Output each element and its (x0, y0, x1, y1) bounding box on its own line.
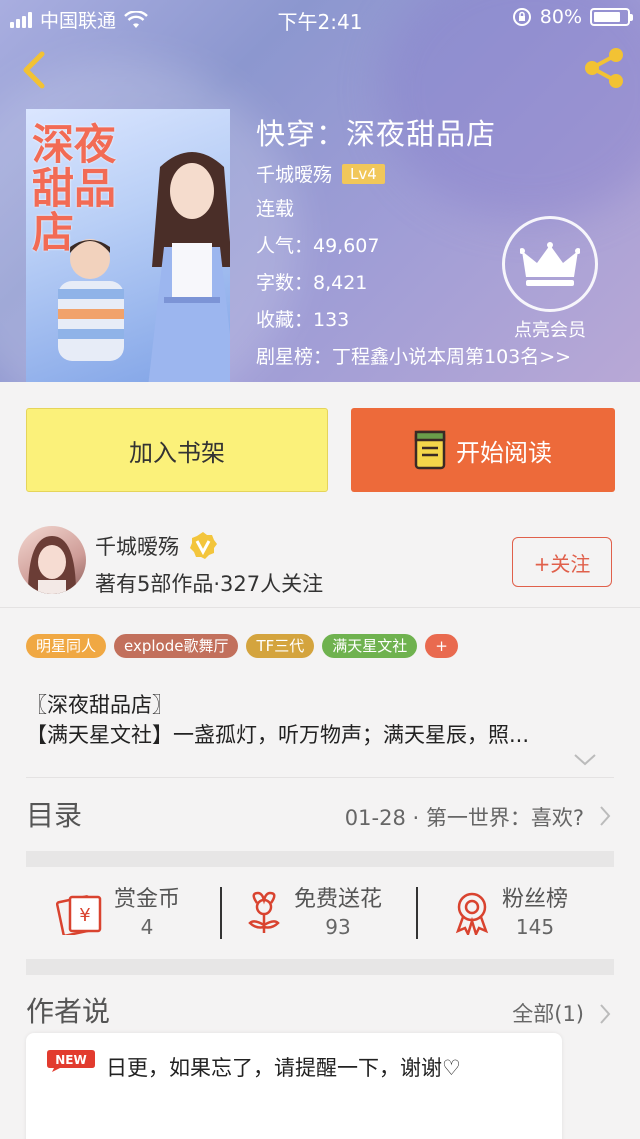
status-right: 80% (512, 6, 633, 28)
author-name[interactable]: 千城暧殇 (95, 531, 179, 561)
coins-value: 4 (140, 915, 154, 939)
tag-chip[interactable]: 明星同人 (26, 634, 107, 658)
tag-list: 明星同人 explode歌舞厅 TF三代 满天星文社 + (26, 634, 458, 658)
book-icon (414, 430, 446, 470)
author-say-card[interactable] (26, 1033, 562, 1139)
table-of-contents-row[interactable]: 目录 01-28 · 第一世界：喜欢? (26, 790, 614, 842)
flowers-value: 93 (325, 915, 351, 939)
tag-chip[interactable]: 满天星文社 (322, 634, 418, 658)
follow-button[interactable]: +关注 (512, 537, 612, 587)
chevron-right-icon (600, 806, 611, 826)
action-buttons: 加入书架 开始阅读 (0, 382, 640, 508)
divider (26, 777, 614, 778)
new-badge-text: NEW (55, 1053, 86, 1067)
reward-coins-button[interactable]: ¥ 赏金币 4 (56, 881, 180, 945)
verified-badge-icon (190, 532, 217, 559)
book-title: 快穿：深夜甜品店 (256, 117, 497, 151)
share-icon[interactable] (580, 44, 628, 92)
book-cover: 深夜甜品店 (26, 109, 230, 382)
author-say-title: 作者说 (26, 995, 111, 1028)
vip-label: 点亮会员 (514, 320, 586, 341)
new-badge: NEW (47, 1050, 95, 1072)
fans-ranking-button[interactable]: 粉丝榜 145 (452, 881, 568, 945)
start-reading-button[interactable]: 开始阅读 (351, 408, 615, 492)
cover-title-text: 深夜甜品店 (32, 120, 117, 257)
section-spacer (26, 959, 614, 975)
battery-percent: 80% (539, 6, 582, 28)
cover-girl-figure (148, 152, 230, 382)
free-flowers-button[interactable]: 免费送花 93 (244, 881, 382, 945)
book-author-row: 千城暧殇 Lv4 (256, 160, 571, 187)
svg-text:¥: ¥ (79, 905, 90, 926)
book-detail-page: 中国联通 下午2:41 80% 深夜甜品店 快穿：深夜甜品店 千城暧殇 Lv4 … (0, 0, 640, 1139)
fans-label: 粉丝榜 (502, 887, 569, 912)
description-line-1: 〖深夜甜品店〗 (26, 693, 173, 717)
book-description[interactable]: 〖深夜甜品店〗 【满天星文社】一盏孤灯，听万物声；满天星辰，照... (26, 690, 616, 750)
author-section: 千城暧殇 著有5部作品·327人关注 +关注 (0, 508, 640, 608)
toc-title: 目录 (26, 799, 83, 832)
chevron-down-icon[interactable] (572, 752, 598, 768)
flower-icon (248, 891, 280, 933)
author-name-row: 千城暧殇 (95, 530, 219, 562)
author-say-all-link[interactable]: 全部(1) (512, 998, 584, 1028)
stats-separator (220, 887, 222, 939)
rotation-lock-icon (512, 8, 531, 26)
description-line-2: 【满天星文社】一盏孤灯，听万物声；满天星辰，照... (26, 723, 530, 747)
support-stats: ¥ 赏金币 4 免费送花 93 粉丝榜 145 (26, 867, 614, 959)
tag-chip[interactable]: TF三代 (246, 634, 315, 658)
add-to-shelf-button[interactable]: 加入书架 (26, 408, 328, 492)
chevron-right-icon[interactable] (598, 1002, 612, 1026)
tag-chip[interactable]: + (425, 634, 458, 658)
author-say-text: 日更，如果忘了，请提醒一下，谢谢♡ (106, 1056, 461, 1080)
vip-member-button[interactable]: 点亮会员 (500, 216, 600, 346)
back-arrow-icon[interactable] (14, 48, 54, 92)
crown-icon (502, 216, 598, 312)
battery-icon (590, 8, 633, 26)
tag-chip[interactable]: explode歌舞厅 (114, 634, 239, 658)
author-avatar[interactable] (18, 526, 86, 594)
medal-icon (455, 892, 489, 935)
stats-separator (416, 887, 418, 939)
coins-label: 赏金币 (114, 887, 181, 912)
fans-value: 145 (515, 915, 555, 939)
status-bar: 中国联通 下午2:41 80% (0, 0, 640, 36)
flowers-label: 免费送花 (294, 887, 383, 912)
author-stats: 著有5部作品·327人关注 (95, 572, 324, 596)
author-level-badge: Lv4 (342, 163, 385, 184)
toc-latest-chapter: 01-28 · 第一世界：喜欢? (344, 806, 584, 830)
section-spacer (26, 851, 614, 867)
add-to-shelf-label: 加入书架 (129, 438, 225, 467)
book-author[interactable]: 千城暧殇 (256, 160, 332, 187)
start-reading-label: 开始阅读 (456, 438, 552, 467)
red-envelope-icon: ¥ (56, 895, 102, 935)
